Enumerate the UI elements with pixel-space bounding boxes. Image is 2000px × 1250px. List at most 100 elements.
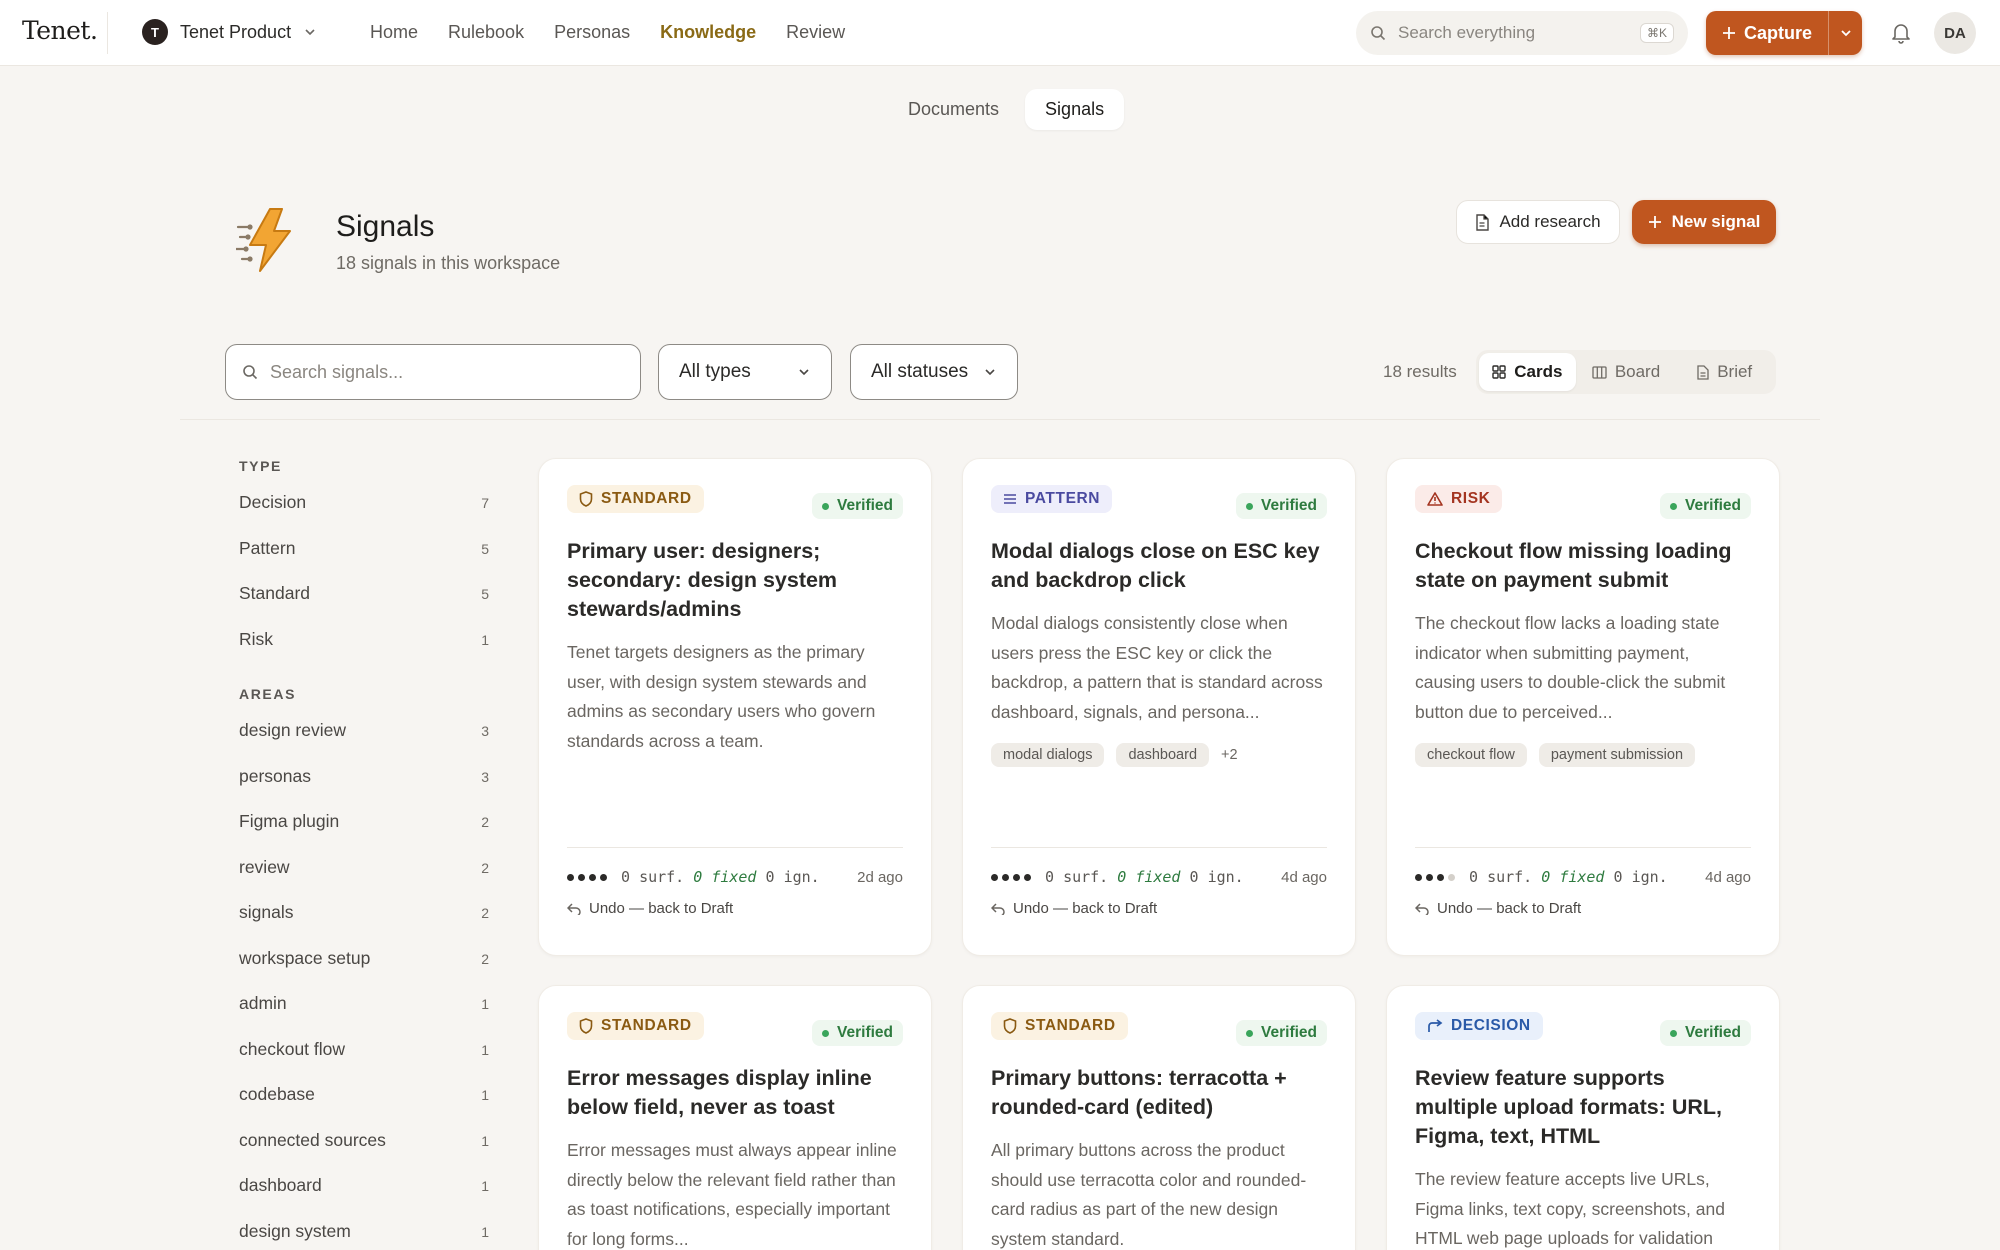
tab-signals[interactable]: Signals [1025, 89, 1125, 130]
ignored-count: 0 [765, 868, 775, 886]
fixed-count: 0 [1117, 868, 1127, 886]
surfaced-count: 0 [621, 868, 631, 886]
card-timestamp: 4d ago [1281, 868, 1327, 886]
signal-card[interactable]: PATTERN Verified Modal dialogs close on … [962, 458, 1356, 956]
tab-documents[interactable]: Documents [888, 89, 1019, 130]
card-title[interactable]: Checkout flow missing loading state on p… [1415, 537, 1751, 595]
type-filter-item[interactable]: Pattern 5 [239, 538, 489, 584]
results-count: 18 results [1383, 362, 1457, 381]
area-filter-item[interactable]: design system 1 [239, 1221, 489, 1250]
divider [107, 12, 108, 54]
card-title[interactable]: Review feature supports multiple upload … [1415, 1064, 1751, 1151]
undo-icon [1415, 902, 1429, 915]
area-filter-item[interactable]: signals 2 [239, 902, 489, 948]
status-dot [822, 502, 829, 510]
area-chip[interactable]: dashboard [1116, 743, 1210, 767]
area-filter-item[interactable]: codebase 1 [239, 1084, 489, 1130]
card-title[interactable]: Error messages display inline below fiel… [567, 1064, 903, 1122]
signal-card[interactable]: DECISION Verified Review feature support… [1386, 985, 1780, 1250]
card-footer: 0 surf. 0 fixed 0 ign. 2d ago Undo — bac… [567, 847, 903, 917]
filter-count: 1 [481, 1132, 489, 1149]
area-filter-item[interactable]: Figma plugin 2 [239, 811, 489, 857]
view-brief[interactable]: Brief [1676, 353, 1773, 391]
nav-home[interactable]: Home [370, 22, 418, 43]
capture-menu-toggle[interactable] [1828, 11, 1862, 55]
undo-link[interactable]: Undo — back to Draft [991, 900, 1327, 917]
confidence-dot [1448, 873, 1455, 881]
area-filter-item[interactable]: admin 1 [239, 993, 489, 1039]
area-filter-item[interactable]: workspace setup 2 [239, 948, 489, 994]
chevron-down-icon [797, 365, 811, 379]
card-description: The checkout flow lacks a loading state … [1415, 613, 1726, 722]
area-filter-item[interactable]: checkout flow 1 [239, 1039, 489, 1085]
area-filter-item[interactable]: dashboard 1 [239, 1175, 489, 1221]
surfaced-label: surf. [1063, 868, 1109, 886]
card-title[interactable]: Modal dialogs close on ESC key and backd… [991, 537, 1327, 595]
user-avatar[interactable]: DA [1934, 12, 1976, 54]
status-badge: Verified [1236, 493, 1327, 519]
nav-review[interactable]: Review [786, 22, 845, 43]
confidence-meter [1415, 873, 1455, 881]
filter-bar: All types All statuses 18 results Cards … [180, 330, 1820, 420]
area-chip[interactable]: modal dialogs [991, 743, 1105, 767]
area-chip[interactable]: checkout flow [1415, 743, 1527, 767]
chevron-down-icon [1839, 26, 1853, 40]
view-board[interactable]: Board [1578, 353, 1675, 391]
type-badge: RISK [1415, 485, 1503, 513]
fixed-count: 0 [693, 868, 703, 886]
signal-card[interactable]: STANDARD Verified Primary user: designer… [538, 458, 932, 956]
type-badge-label: STANDARD [601, 490, 692, 507]
filter-label: design review [239, 720, 346, 740]
product-switcher[interactable]: T Tenet Product [142, 19, 317, 45]
bell-icon[interactable] [1888, 20, 1914, 46]
area-chip[interactable]: payment submission [1538, 743, 1696, 767]
filter-sidebar: TYPE Decision 7 Pattern 5 Standard 5 Ris… [239, 458, 489, 1250]
area-filter-item[interactable]: personas 3 [239, 766, 489, 812]
signal-card[interactable]: STANDARD Verified Error messages display… [538, 985, 932, 1250]
confidence-dot [1426, 873, 1433, 881]
area-filter-item[interactable]: review 2 [239, 857, 489, 903]
filter-label: personas [239, 765, 311, 786]
card-title[interactable]: Primary buttons: terracotta + rounded-ca… [991, 1064, 1327, 1122]
status-select[interactable]: All statuses [850, 344, 1018, 400]
ignored-count: 0 [1613, 868, 1623, 886]
type-badge: STANDARD [991, 1012, 1128, 1040]
new-signal-button[interactable]: New signal [1632, 200, 1776, 244]
filter-label: codebase [239, 1084, 315, 1104]
app-logo[interactable]: Tenet. [22, 16, 98, 45]
view-cards[interactable]: Cards [1479, 353, 1576, 391]
capture-button[interactable]: Capture [1706, 11, 1862, 55]
shield-icon [579, 1018, 593, 1034]
signal-search[interactable] [225, 344, 641, 400]
status-dot [1670, 1029, 1677, 1037]
add-research-button[interactable]: Add research [1456, 200, 1620, 244]
confidence-dot [567, 873, 574, 881]
more-chips[interactable]: +2 [1221, 747, 1238, 763]
nav-rulebook[interactable]: Rulebook [448, 22, 524, 43]
undo-link[interactable]: Undo — back to Draft [567, 900, 903, 917]
card-stats: 0 surf. 0 fixed 0 ign. 4d ago [991, 868, 1327, 886]
card-title[interactable]: Primary user: designers; secondary: desi… [567, 537, 903, 624]
global-search[interactable]: Search everything ⌘K [1356, 11, 1688, 55]
type-select[interactable]: All types [658, 344, 832, 400]
area-filter-item[interactable]: connected sources 1 [239, 1130, 489, 1176]
signal-search-input[interactable] [270, 361, 610, 383]
nav-knowledge[interactable]: Knowledge [660, 22, 756, 43]
signal-card[interactable]: RISK Verified Checkout flow missing load… [1386, 458, 1780, 956]
signal-card[interactable]: STANDARD Verified Primary buttons: terra… [962, 985, 1356, 1250]
nav-personas[interactable]: Personas [554, 22, 630, 43]
type-filter-item[interactable]: Decision 7 [239, 492, 489, 538]
undo-link[interactable]: Undo — back to Draft [1415, 900, 1751, 917]
grid-icon [1492, 365, 1506, 379]
type-filter-item[interactable]: Risk 1 [239, 629, 489, 675]
status-dot [1246, 502, 1253, 510]
filter-label: dashboard [239, 1175, 322, 1195]
confidence-meter [991, 873, 1031, 881]
capture-main[interactable]: Capture [1706, 23, 1828, 44]
area-filter-item[interactable]: design review 3 [239, 720, 489, 766]
chip-list: modal dialogs dashboard +2 [991, 743, 1327, 767]
type-filter-item[interactable]: Standard 5 [239, 583, 489, 629]
type-badge: PATTERN [991, 485, 1113, 513]
type-badge: STANDARD [567, 1012, 704, 1040]
global-search-placeholder: Search everything [1398, 23, 1536, 42]
